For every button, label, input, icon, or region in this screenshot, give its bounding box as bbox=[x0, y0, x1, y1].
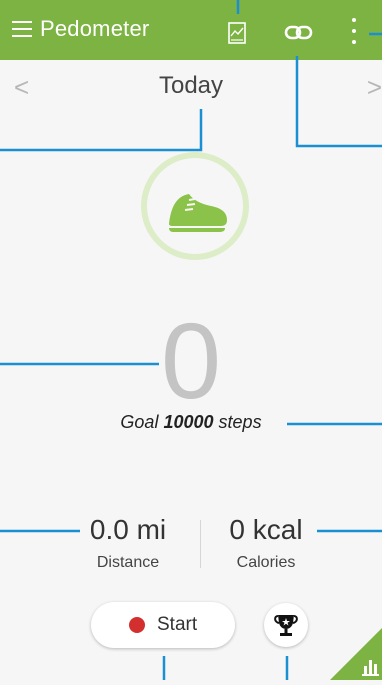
record-dot-icon bbox=[129, 617, 145, 633]
trophy-button[interactable] bbox=[264, 603, 308, 647]
distance-stat: 0.0 mi Distance bbox=[53, 514, 203, 572]
stats-corner-tab[interactable] bbox=[330, 628, 382, 680]
calories-stat: 0 kcal Calories bbox=[191, 514, 341, 572]
more-vert-icon[interactable] bbox=[348, 16, 360, 46]
app-bar: Pedometer bbox=[0, 0, 382, 60]
report-icon[interactable] bbox=[226, 22, 250, 46]
date-label[interactable]: Today bbox=[0, 72, 382, 100]
distance-value: 0.0 mi bbox=[89, 514, 167, 545]
start-button[interactable]: Start bbox=[91, 602, 235, 648]
goal-prefix: Goal bbox=[120, 412, 159, 432]
step-count: 0 bbox=[160, 300, 222, 421]
calories-value: 0 kcal bbox=[229, 514, 303, 545]
link-icon[interactable] bbox=[284, 23, 314, 43]
goal-text[interactable]: Goal 10000 steps bbox=[0, 412, 382, 433]
distance-label: Distance bbox=[96, 554, 160, 571]
goal-suffix: steps bbox=[218, 412, 262, 432]
trophy-icon bbox=[274, 615, 298, 636]
progress-ring bbox=[139, 150, 251, 262]
calories-label: Calories bbox=[236, 554, 296, 571]
menu-icon[interactable] bbox=[12, 21, 32, 37]
app-title: Pedometer bbox=[40, 16, 150, 41]
goal-value: 10000 bbox=[163, 412, 214, 432]
start-label: Start bbox=[157, 614, 198, 635]
date-nav: < Today > bbox=[0, 60, 382, 114]
sneaker-icon bbox=[169, 194, 227, 232]
next-day-icon[interactable]: > bbox=[367, 72, 382, 103]
